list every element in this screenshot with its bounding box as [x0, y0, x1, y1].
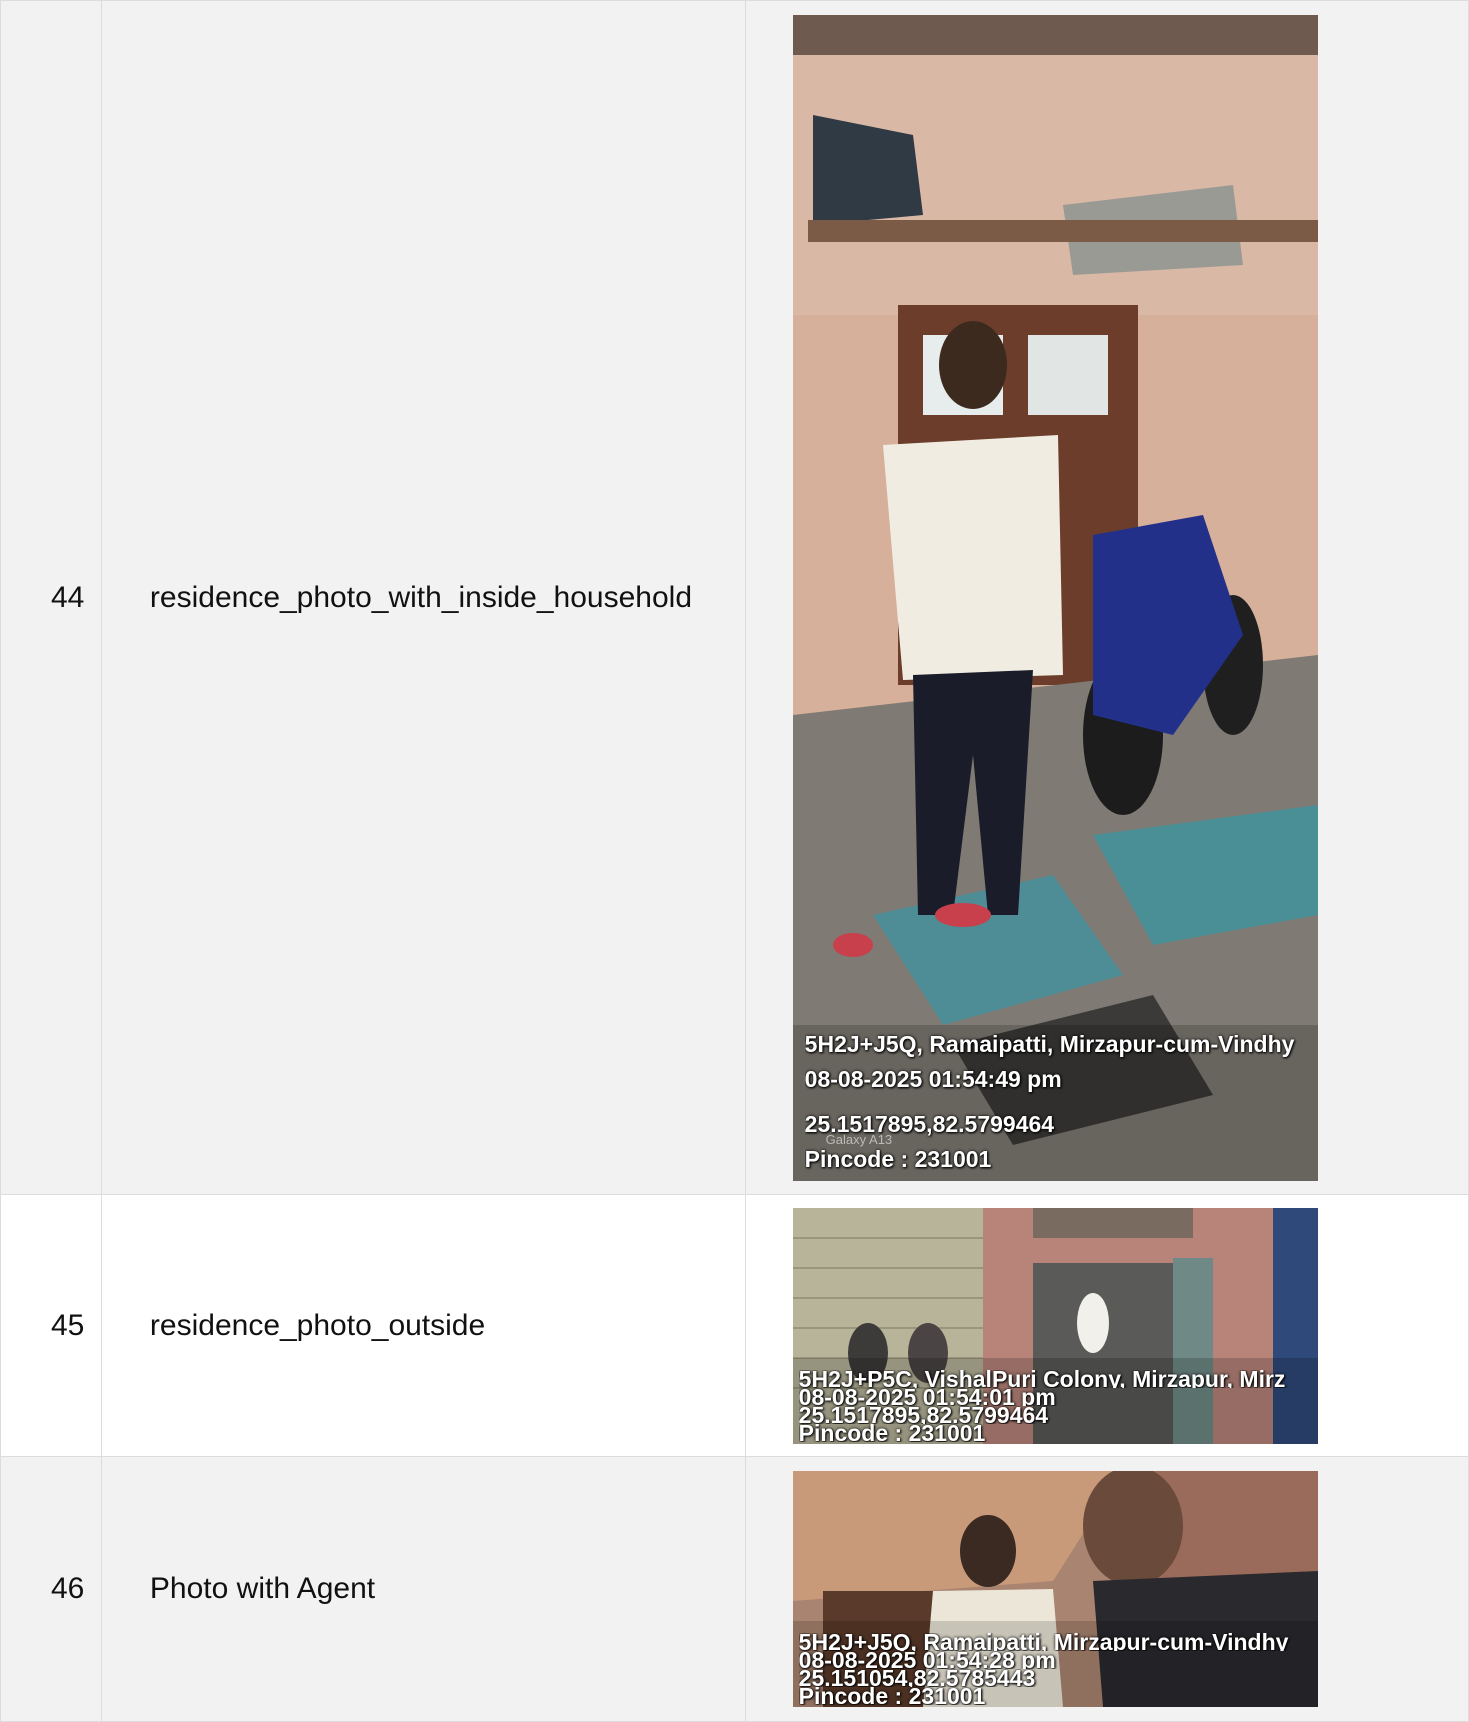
stamp-pincode: Pincode : 231001 [798, 1423, 986, 1442]
stamp-coordinates: 25.151054,82.5785443 [798, 1669, 1036, 1687]
photo-stamp: 5H2J+J5Q, Ramaipatti, Mirzapur-cum-Vindh… [793, 1027, 1318, 1181]
photo-cell: 5H2J+P5C, VishalPuri Colony, Mirzapur, M… [744, 1194, 1469, 1457]
photo-cell: 5H2J+J5Q, Ramaipatti, Mirzapur-cum-Vindh… [744, 1456, 1469, 1722]
stamp-coordinates: 25.1517895,82.5799464 [804, 1110, 1055, 1137]
field-name: residence_photo_outside [100, 1194, 746, 1457]
field-name: Photo with Agent [100, 1456, 746, 1722]
stamp-coordinates: 25.1517895,82.5799464 [798, 1405, 1049, 1424]
stamp-address: 5H2J+P5C, VishalPuri Colony, Mirzapur, M… [798, 1369, 1286, 1388]
photo-stamp: 5H2J+J5Q, Ramaipatti, Mirzapur-cum-Vindh… [793, 1633, 1318, 1707]
field-name: residence_photo_with_inside_household [100, 0, 746, 1195]
table-row: 44 residence_photo_with_inside_household [0, 0, 1469, 1195]
photo-house-exterior-street: 5H2J+P5C, VishalPuri Colony, Mirzapur, M… [792, 1207, 1318, 1444]
document-table: 44 residence_photo_with_inside_household [0, 0, 1469, 1722]
photo-cell: Galaxy A13 5H2J+J5Q, Ramaipatti, Mirzapu… [744, 0, 1469, 1195]
stamp-address: 5H2J+J5Q, Ramaipatti, Mirzapur-cum-Vindh… [798, 1633, 1289, 1651]
photo-man-standing-indoors-with-motorcycle: Galaxy A13 5H2J+J5Q, Ramaipatti, Mirzapu… [792, 14, 1318, 1181]
row-number: 44 [0, 0, 102, 1195]
photo-stamp: 5H2J+P5C, VishalPuri Colony, Mirzapur, M… [793, 1370, 1318, 1444]
stamp-address: 5H2J+J5Q, Ramaipatti, Mirzapur-cum-Vindh… [804, 1030, 1295, 1057]
stamp-datetime: 08-08-2025 01:54:28 pm [798, 1651, 1056, 1669]
photo-selfie-with-agent: 5H2J+J5Q, Ramaipatti, Mirzapur-cum-Vindh… [792, 1471, 1318, 1707]
table-row: 45 residence_photo_outside 5H2J+P5C, Vis… [0, 1194, 1469, 1457]
stamp-pincode: Pincode : 231001 [798, 1687, 986, 1705]
row-number: 45 [0, 1194, 102, 1457]
table-row: 46 Photo with Agent 5H2J+J5Q, Ramaipatti… [0, 1456, 1469, 1722]
row-number: 46 [0, 1456, 102, 1722]
stamp-pincode: Pincode : 231001 [804, 1145, 992, 1172]
stamp-datetime: 08-08-2025 01:54:49 pm [804, 1065, 1062, 1092]
stamp-datetime: 08-08-2025 01:54:01 pm [798, 1387, 1056, 1406]
